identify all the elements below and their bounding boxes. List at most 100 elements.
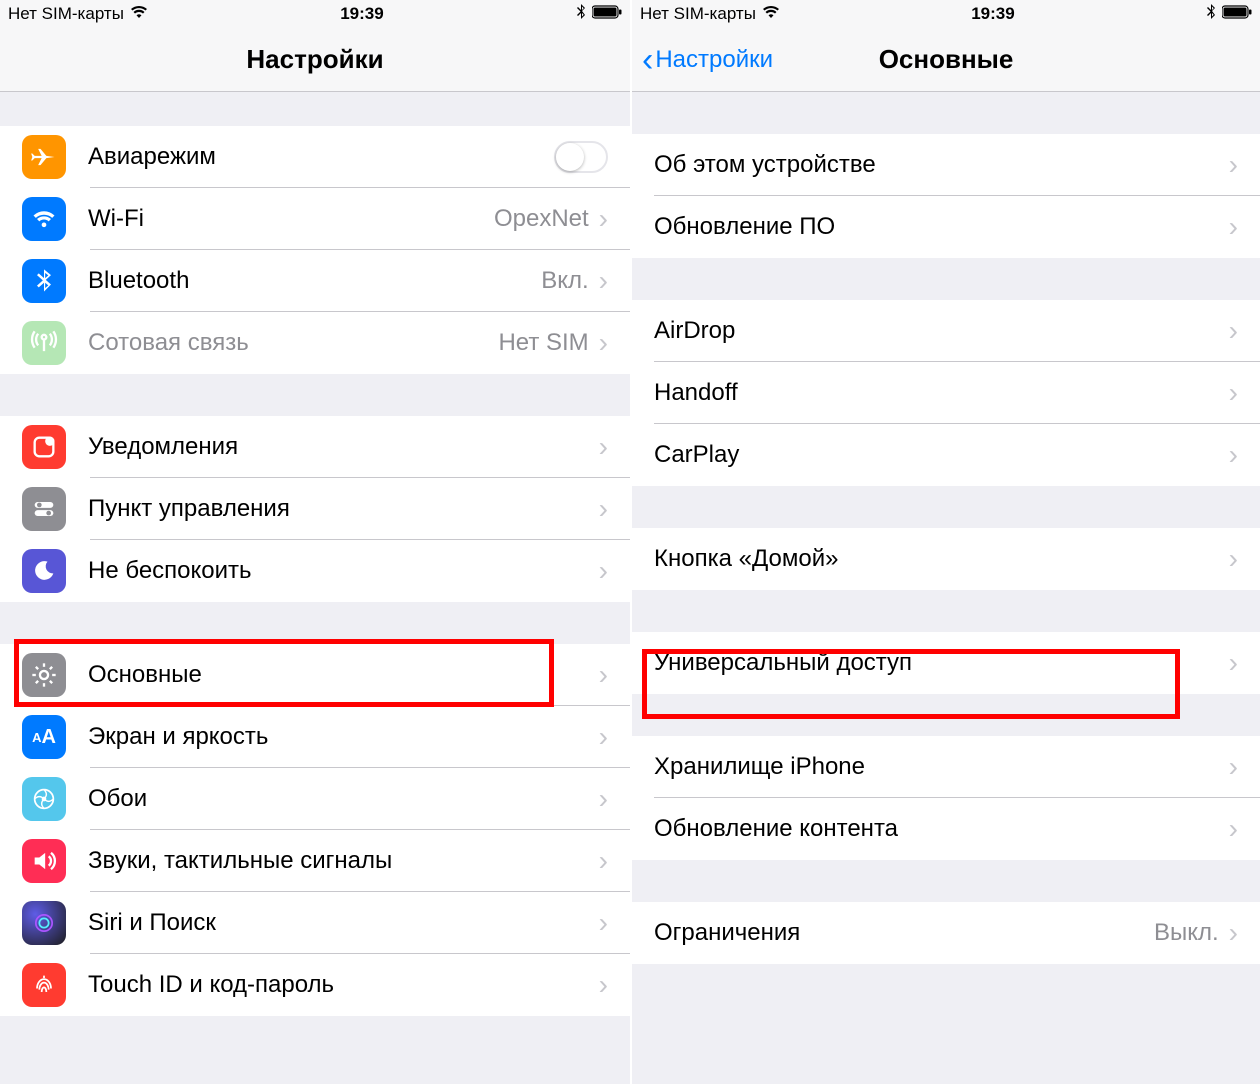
gear-icon [22,653,66,697]
chevron-right-icon: › [1229,919,1238,947]
navbar: Настройки [0,28,630,92]
dnd-icon [22,549,66,593]
row-label: Siri и Поиск [88,909,599,937]
status-bar: Нет SIM-карты 19:39 [632,0,1260,28]
airplane-switch[interactable] [554,141,608,173]
row-bluetooth[interactable]: Bluetooth Вкл. › [0,250,630,312]
row-siri[interactable]: Siri и Поиск › [0,892,630,954]
row-label: Не беспокоить [88,557,599,585]
chevron-right-icon: › [599,495,608,523]
row-label: Авиарежим [88,143,554,171]
chevron-right-icon: › [1229,151,1238,179]
chevron-right-icon: › [1229,441,1238,469]
chevron-right-icon: › [1229,213,1238,241]
row-label: Обновление ПО [654,213,1229,241]
row-label: Обновление контента [654,815,1229,843]
row-label: CarPlay [654,441,1229,469]
group-about: Об этом устройстве › Обновление ПО › [632,134,1260,258]
chevron-right-icon: › [599,557,608,585]
row-cellular[interactable]: Сотовая связь Нет SIM › [0,312,630,374]
row-general[interactable]: Основные › [0,644,630,706]
chevron-right-icon: › [1229,545,1238,573]
chevron-right-icon: › [599,267,608,295]
phone-general: Нет SIM-карты 19:39 ‹ Настройки Основны [630,0,1260,1084]
group-storage: Хранилище iPhone › Обновление контента › [632,736,1260,860]
row-control-center[interactable]: Пункт управления › [0,478,630,540]
status-time: 19:39 [971,4,1014,24]
row-label: Обои [88,785,599,813]
group-restrictions: Ограничения Выкл. › [632,902,1260,964]
control-center-icon [22,487,66,531]
chevron-right-icon: › [1229,379,1238,407]
chevron-right-icon: › [599,971,608,999]
chevron-right-icon: › [599,433,608,461]
wifi-icon [762,4,780,24]
row-display[interactable]: AA Экран и яркость › [0,706,630,768]
status-sim: Нет SIM-карты [8,4,124,24]
touchid-icon [22,963,66,1007]
row-label: Пункт управления [88,495,599,523]
row-restrictions[interactable]: Ограничения Выкл. › [632,902,1260,964]
row-value: Вкл. [541,267,588,295]
settings-group-connectivity: Авиарежим Wi-Fi OpexNet › Bluetooth Вкл. [0,126,630,374]
row-label: Handoff [654,379,1229,407]
row-dnd[interactable]: Не беспокоить › [0,540,630,602]
row-background-refresh[interactable]: Обновление контента › [632,798,1260,860]
row-label: Основные [88,661,599,689]
battery-icon [592,4,622,24]
row-storage[interactable]: Хранилище iPhone › [632,736,1260,798]
row-label: Touch ID и код-пароль [88,971,599,999]
row-label: Ограничения [654,919,1154,947]
row-accessibility[interactable]: Универсальный доступ › [632,632,1260,694]
phone-settings-root: Нет SIM-карты 19:39 Настройки [0,0,630,1084]
row-home-button[interactable]: Кнопка «Домой» › [632,528,1260,590]
navbar: ‹ Настройки Основные [632,28,1260,92]
row-label: Bluetooth [88,267,541,295]
row-touchid[interactable]: Touch ID и код-пароль › [0,954,630,1016]
chevron-right-icon: › [599,205,608,233]
notifications-icon [22,425,66,469]
row-handoff[interactable]: Handoff › [632,362,1260,424]
settings-group-notifications: Уведомления › Пункт управления › Не бесп… [0,416,630,602]
bluetooth-icon [576,4,586,25]
back-label: Настройки [655,46,773,74]
row-airdrop[interactable]: AirDrop › [632,300,1260,362]
row-value: Выкл. [1154,919,1219,947]
bluetooth-icon [1206,4,1216,25]
row-notifications[interactable]: Уведомления › [0,416,630,478]
siri-icon [22,901,66,945]
sounds-icon [22,839,66,883]
chevron-right-icon: › [599,785,608,813]
battery-icon [1222,4,1252,24]
row-label: Об этом устройстве [654,151,1229,179]
row-about[interactable]: Об этом устройстве › [632,134,1260,196]
row-label: Сотовая связь [88,329,498,357]
row-value: OpexNet [494,205,589,233]
status-bar: Нет SIM-карты 19:39 [0,0,630,28]
display-icon: AA [22,715,66,759]
row-sounds[interactable]: Звуки, тактильные сигналы › [0,830,630,892]
group-accessibility: Универсальный доступ › [632,632,1260,694]
row-label: Экран и яркость [88,723,599,751]
settings-group-general: Основные › AA Экран и яркость › Обои › [0,644,630,1016]
bluetooth-icon [22,259,66,303]
chevron-left-icon: ‹ [642,43,653,77]
chevron-right-icon: › [1229,815,1238,843]
row-carplay[interactable]: CarPlay › [632,424,1260,486]
row-label: Звуки, тактильные сигналы [88,847,599,875]
chevron-right-icon: › [1229,317,1238,345]
chevron-right-icon: › [599,661,608,689]
chevron-right-icon: › [599,723,608,751]
back-button[interactable]: ‹ Настройки [632,43,773,77]
row-software-update[interactable]: Обновление ПО › [632,196,1260,258]
row-label: Кнопка «Домой» [654,545,1229,573]
page-title: Настройки [0,44,630,75]
status-time: 19:39 [340,4,383,24]
row-wifi[interactable]: Wi-Fi OpexNet › [0,188,630,250]
chevron-right-icon: › [599,329,608,357]
row-wallpaper[interactable]: Обои › [0,768,630,830]
wifi-icon [22,197,66,241]
chevron-right-icon: › [599,909,608,937]
row-airplane[interactable]: Авиарежим [0,126,630,188]
row-label: Уведомления [88,433,599,461]
